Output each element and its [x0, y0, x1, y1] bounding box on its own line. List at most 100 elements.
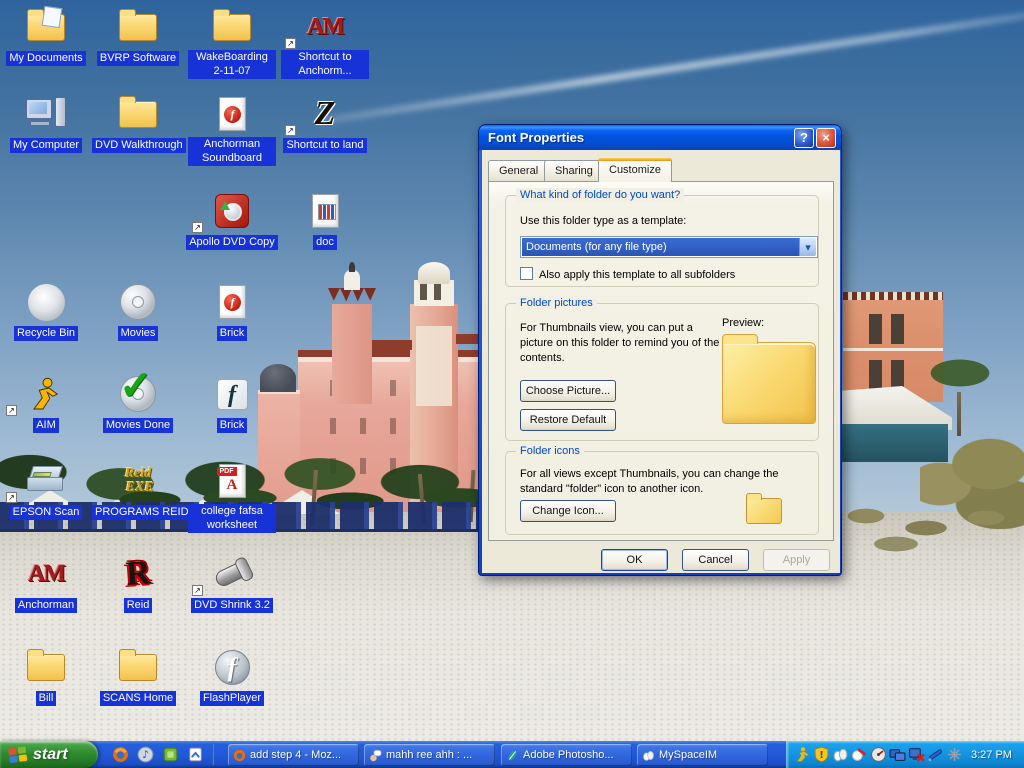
am-logo-icon — [307, 14, 343, 41]
combobox-selected-value: Documents (for any file type) — [522, 238, 799, 256]
start-button[interactable]: start — [0, 741, 98, 768]
taskbar-clock[interactable]: 3:27 PM — [971, 749, 1012, 761]
shortcut-arrow-icon — [6, 492, 17, 503]
shortcut-arrow-icon — [285, 38, 296, 49]
desktop-icon-apollo-dvd-copy[interactable]: Apollo DVD Copy — [186, 190, 278, 250]
taskbar-task-firefox[interactable]: add step 4 - Moz... — [228, 744, 359, 766]
chevron-down-icon[interactable] — [799, 238, 816, 256]
customize-tab-panel: What kind of folder do you want? Use thi… — [488, 181, 834, 541]
taskbar-task-photoshop[interactable]: Adobe Photosho... — [501, 744, 632, 766]
icon-label: AIM — [33, 418, 59, 433]
font-properties-dialog: Font Properties General Sharing Customiz… — [478, 124, 842, 576]
speed-gauge-icon[interactable] — [870, 746, 887, 763]
grunge-r-icon — [124, 554, 151, 594]
flash-installer-icon — [216, 378, 248, 410]
security-shield-icon[interactable]: ! — [813, 746, 830, 763]
cleaning-tool-icon[interactable] — [851, 746, 868, 763]
desktop-icon-anchorman[interactable]: Anchorman — [0, 553, 92, 613]
desktop-icon-scans-home[interactable]: SCANS Home — [92, 646, 184, 706]
folder-icons-groupbox: Folder icons For all views except Thumbn… — [505, 444, 819, 535]
desktop-icon-dvd-shrink[interactable]: DVD Shrink 3.2 — [186, 553, 278, 613]
desktop-icon-anchorman-soundboard[interactable]: Anchorman Soundboard — [186, 93, 278, 166]
desktop-icon-bill[interactable]: Bill — [0, 646, 92, 706]
tab-general[interactable]: General — [488, 160, 550, 181]
desktop-icon-shortcut-anchorman[interactable]: Shortcut to Anchorm... — [279, 6, 371, 79]
desktop-icon-brick-installer[interactable]: Brick — [186, 373, 278, 433]
scanner-icon — [27, 466, 65, 496]
icon-label: Anchorman Soundboard — [188, 137, 276, 166]
hotel-tower — [332, 304, 372, 404]
tab-customize[interactable]: Customize — [598, 158, 672, 182]
change-icon-button[interactable]: Change Icon... — [520, 500, 616, 522]
svg-text:!: ! — [819, 750, 823, 761]
grass-tufts — [836, 498, 1024, 553]
desktop-icon-my-computer[interactable]: My Computer — [0, 93, 92, 153]
folder-preview-icon — [722, 334, 816, 424]
desktop-icon-my-documents[interactable]: My Documents — [0, 6, 92, 66]
desktop-icon-flashplayer[interactable]: FlashPlayer — [186, 646, 278, 706]
network-disconnected-icon[interactable] — [908, 746, 925, 763]
itunes-icon[interactable]: ♪ — [137, 746, 154, 763]
icon-label: Shortcut to Anchorm... — [281, 50, 369, 79]
desktop-icon-programs-reid[interactable]: PROGRAMS REID — [92, 460, 192, 520]
myspace-hands-icon[interactable] — [832, 746, 849, 763]
desktop-icon-aim[interactable]: AIM — [0, 373, 92, 433]
icon-label: My Documents — [6, 51, 86, 66]
flash-sphere-icon — [214, 649, 250, 685]
firefox-icon[interactable] — [112, 746, 129, 763]
folder-template-combobox[interactable]: Documents (for any file type) — [520, 236, 818, 258]
desktop-icon-college-fafsa[interactable]: college fafsa worksheet — [186, 460, 278, 533]
desktop-icon-bvrp-software[interactable]: BVRP Software — [92, 6, 184, 66]
desktop-icon-movies[interactable]: Movies — [92, 281, 184, 341]
tab-sharing[interactable]: Sharing — [544, 160, 604, 181]
folder-icon — [119, 8, 157, 41]
folder-icon — [213, 8, 251, 41]
desktop-icon-wakeboarding[interactable]: WakeBoarding 2-11-07 — [186, 6, 278, 79]
icon-label: Movies — [117, 326, 159, 341]
dialog-title: Font Properties — [488, 130, 585, 145]
taskbar: start ♪ add step 4 - Moz... mahh ree ahh… — [0, 741, 1024, 768]
reid-exe-logo-icon — [122, 467, 154, 495]
desktop-icon-brick-doc[interactable]: Brick — [186, 281, 278, 341]
dvd-copy-icon — [215, 194, 249, 228]
palm-canopy — [905, 345, 1015, 405]
restore-default-button[interactable]: Restore Default — [520, 409, 616, 431]
aim-man-icon[interactable] — [794, 746, 811, 763]
close-button[interactable] — [816, 128, 836, 148]
help-button[interactable] — [794, 128, 814, 148]
apply-button[interactable]: Apply — [763, 549, 830, 571]
chat-hand-icon — [370, 749, 382, 761]
choose-picture-button[interactable]: Choose Picture... — [520, 380, 616, 402]
dialog-titlebar[interactable]: Font Properties — [479, 125, 841, 150]
system-tray: ! 3:27 PM — [786, 741, 1024, 768]
desktop-icon-dvd-walkthrough[interactable]: DVD Walkthrough — [92, 93, 186, 153]
myspace-hands-icon — [643, 750, 654, 761]
outlook-express-icon[interactable] — [187, 746, 204, 763]
apply-to-subfolders-checkbox[interactable] — [520, 267, 533, 280]
ok-button[interactable]: OK — [601, 549, 668, 571]
asterisk-icon[interactable] — [946, 746, 963, 763]
template-groupbox: What kind of folder do you want? Use thi… — [505, 188, 819, 287]
desktop-icon-shortcut-to-land[interactable]: Shortcut to land — [279, 93, 371, 153]
desktop-icon-epson-scan[interactable]: EPSON Scan — [0, 460, 92, 520]
desktop-icon-doc[interactable]: doc — [279, 190, 371, 250]
icon-label: My Computer — [9, 138, 83, 153]
pen-tablet-icon[interactable] — [927, 746, 944, 763]
taskbar-task-myspaceim[interactable]: MySpaceIM — [637, 744, 768, 766]
icon-label: BVRP Software — [96, 51, 180, 66]
cancel-button[interactable]: Cancel — [682, 549, 749, 571]
photoshop-feather-icon — [508, 750, 517, 760]
folder-icon — [119, 95, 157, 128]
desktop: My Documents BVRP Software WakeBoarding … — [0, 0, 1024, 768]
taskbar-task-aim-chat[interactable]: mahh ree ahh : ... — [364, 744, 495, 766]
small-folder-icon — [746, 493, 782, 524]
desktop-icon-recycle-bin[interactable]: Recycle Bin — [0, 281, 92, 341]
network-computers-icon[interactable] — [889, 746, 906, 763]
limewire-icon[interactable] — [162, 746, 179, 763]
folder-documents-icon — [27, 8, 65, 41]
folder-icon — [27, 648, 65, 681]
icon-label: PROGRAMS REID — [92, 505, 192, 520]
cd-icon — [120, 284, 156, 320]
desktop-icon-reid[interactable]: Reid — [92, 553, 184, 613]
desktop-icon-movies-done[interactable]: Movies Done — [92, 363, 184, 433]
